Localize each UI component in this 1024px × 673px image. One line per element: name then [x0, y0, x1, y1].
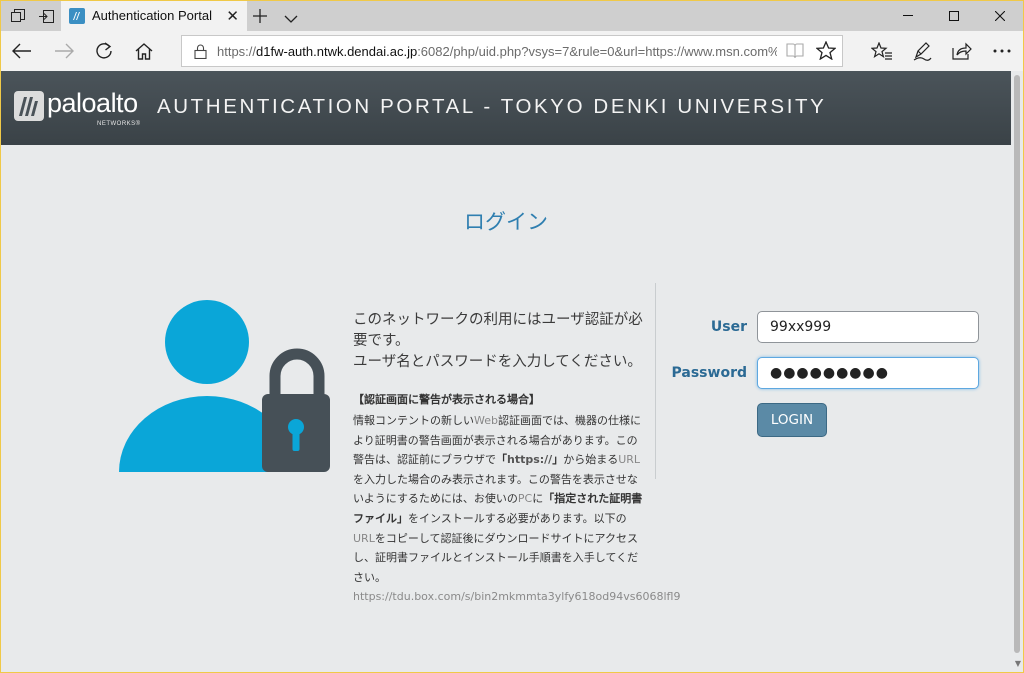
- window-close-icon[interactable]: [977, 1, 1023, 31]
- browser-window: Authentication Portal ✕ https://d1fw-aut…: [1, 1, 1023, 672]
- login-heading: ログイン: [464, 210, 548, 234]
- back-arrow-icon[interactable]: [9, 39, 35, 63]
- portal-header: paloalto NETWORKS® AUTHENTICATION PORTAL…: [1, 71, 1023, 145]
- warning-title: 【認証画面に警告が表示される場合】: [353, 393, 540, 406]
- url-text[interactable]: https://d1fw-auth.ntwk.dendai.ac.jp:6082…: [217, 44, 777, 59]
- share-icon[interactable]: [949, 39, 975, 63]
- reading-view-icon[interactable]: [786, 43, 804, 63]
- padlock-icon: [262, 348, 330, 472]
- portal-title: AUTHENTICATION PORTAL - TOKYO DENKI UNIV…: [157, 95, 827, 118]
- chevron-down-icon[interactable]: [284, 9, 298, 28]
- pen-icon[interactable]: [909, 39, 935, 63]
- paloalto-favicon-icon: [69, 8, 85, 24]
- user-input[interactable]: 99xx999: [757, 311, 979, 343]
- plus-icon[interactable]: [253, 4, 267, 28]
- logo-wordmark: paloalto: [47, 88, 138, 118]
- title-bar: Authentication Portal ✕: [1, 1, 1023, 31]
- password-input[interactable]: ●●●●●●●●●: [757, 357, 979, 389]
- logo-subtext: NETWORKS®: [97, 121, 141, 127]
- maximize-icon[interactable]: [931, 1, 977, 31]
- refresh-icon[interactable]: [91, 39, 117, 63]
- notice-text: このネットワークの利用にはユーザ認証が必要です。 ユーザ名とパスワードを入力して…: [353, 312, 643, 370]
- password-label: Password: [671, 365, 747, 381]
- scroll-down-icon[interactable]: ▼: [1015, 659, 1021, 668]
- more-icon[interactable]: [989, 39, 1015, 63]
- paloalto-logo-icon: [14, 91, 44, 125]
- favorites-icon[interactable]: [869, 39, 895, 63]
- lock-icon: [194, 44, 207, 63]
- warning-text: 情報コンテントの新しいWeb認証画面では、機器の仕様により証明書の警告画面が表示…: [353, 411, 681, 606]
- download-url: https://tdu.box.com/s/bin2mkmmta3ylfy618…: [353, 590, 681, 604]
- star-icon[interactable]: [815, 40, 837, 64]
- login-button[interactable]: LOGIN: [757, 403, 827, 437]
- navigation-bar: https://d1fw-auth.ntwk.dendai.ac.jp:6082…: [1, 31, 1023, 71]
- home-icon[interactable]: [131, 39, 157, 63]
- vertical-scrollbar[interactable]: ▼: [1011, 71, 1023, 672]
- close-icon[interactable]: ✕: [226, 7, 239, 25]
- forward-arrow-icon[interactable]: [51, 39, 77, 63]
- scroll-thumb[interactable]: [1014, 75, 1020, 653]
- tab-manager-icon[interactable]: [7, 5, 29, 27]
- user-icon: [119, 300, 331, 479]
- user-label: User: [710, 319, 747, 335]
- set-aside-tabs-icon[interactable]: [35, 5, 57, 27]
- minimize-icon[interactable]: [885, 1, 931, 31]
- tab-authentication-portal[interactable]: Authentication Portal ✕: [61, 1, 247, 31]
- login-notice: このネットワークの利用にはユーザ認証が必要です。 ユーザ名とパスワードを入力して…: [353, 310, 681, 606]
- tab-title: Authentication Portal: [92, 8, 212, 23]
- address-bar[interactable]: https://d1fw-auth.ntwk.dendai.ac.jp:6082…: [181, 35, 843, 67]
- vertical-divider: [655, 283, 656, 479]
